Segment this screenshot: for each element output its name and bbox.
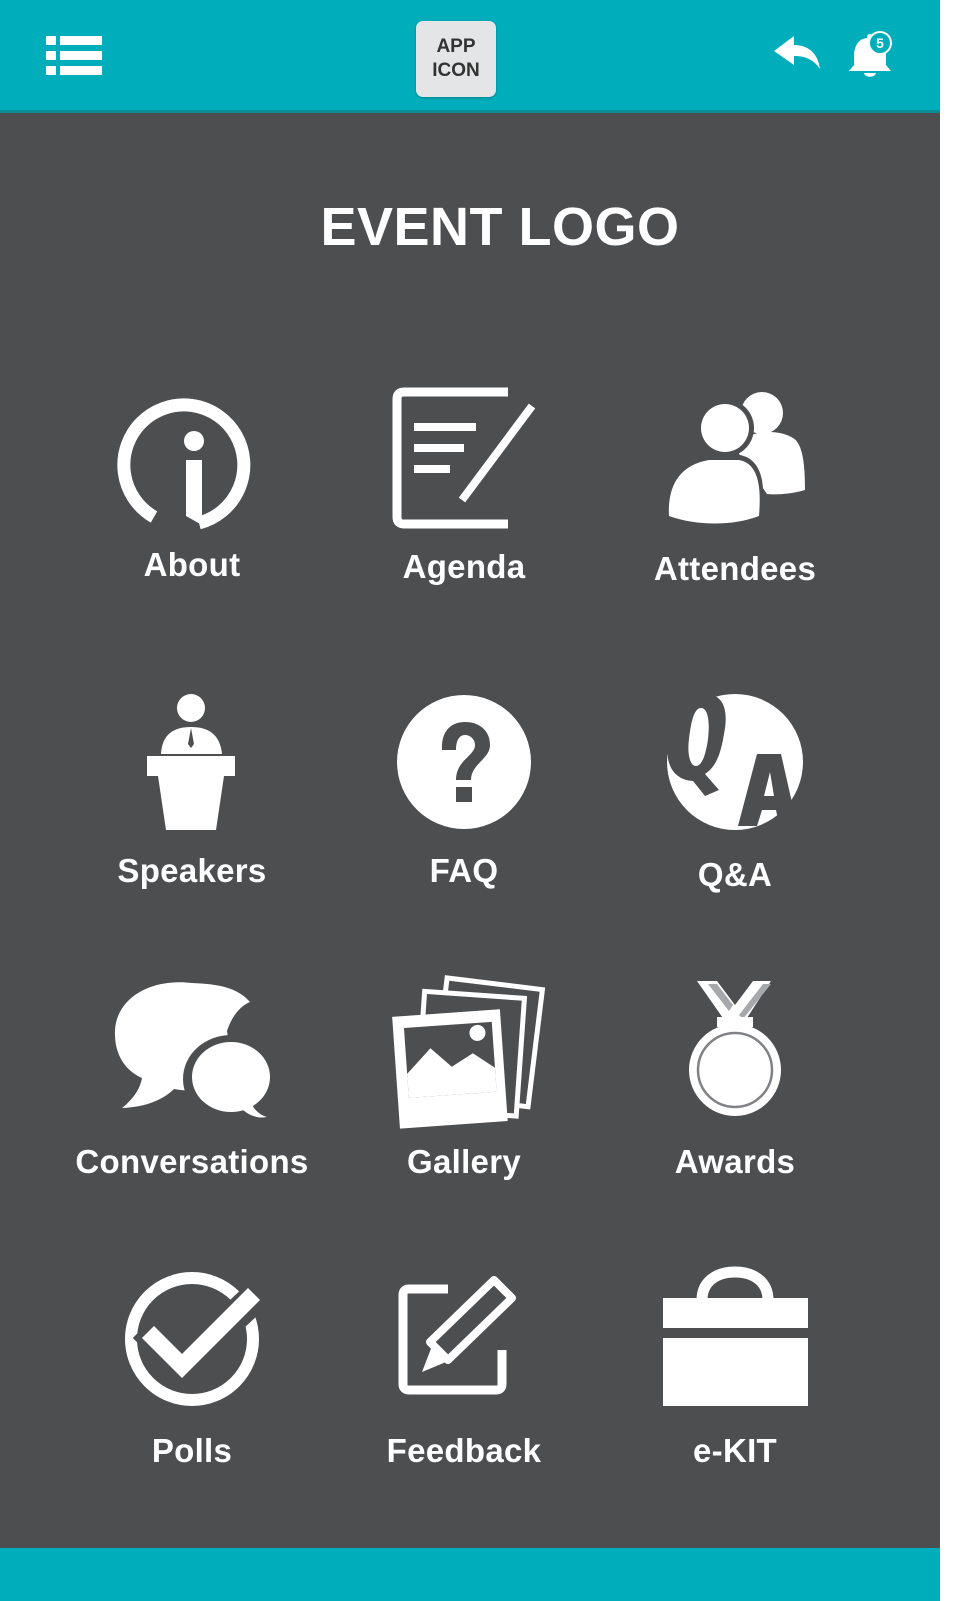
top-bar-divider	[0, 110, 940, 113]
tile-label: Q&A	[697, 856, 773, 893]
tile-qa[interactable]: Q&A	[605, 684, 865, 924]
menu-button[interactable]	[46, 36, 102, 76]
right-edge	[940, 0, 961, 1601]
tile-label: Awards	[674, 1143, 796, 1180]
people-icon	[664, 392, 805, 528]
tile-speakers[interactable]: Speakers	[62, 684, 322, 924]
tile-gallery[interactable]: Gallery	[334, 975, 594, 1215]
checkmark-circle-icon	[125, 1272, 276, 1406]
tile-feedback[interactable]: Feedback	[334, 1264, 594, 1504]
tile-label: Gallery	[406, 1143, 521, 1180]
app-icon-text: APP ICON	[432, 36, 480, 81]
event-logo: EVENT LOGO	[320, 197, 680, 257]
medal-icon	[689, 981, 781, 1116]
qa-icon	[667, 694, 803, 830]
edit-pencil-icon	[398, 1276, 516, 1395]
tile-label: Agenda	[402, 548, 526, 585]
tile-ekit[interactable]: e-KIT	[605, 1264, 865, 1504]
list-menu-icon	[46, 36, 102, 75]
tile-label: FAQ	[429, 852, 499, 889]
tile-label: Polls	[151, 1432, 233, 1469]
question-icon	[397, 695, 531, 829]
tile-polls[interactable]: Polls	[62, 1264, 322, 1504]
info-icon	[117, 398, 251, 530]
tile-label: e-KIT	[693, 1432, 777, 1469]
app-screen: APP ICON 5 EVENT LOGO About Agenda Atten…	[0, 0, 940, 1601]
notification-badge: 5	[868, 31, 892, 55]
app-icon[interactable]: APP ICON	[416, 21, 496, 97]
photo-gallery-icon	[392, 975, 546, 1129]
tile-label: About	[143, 546, 241, 583]
tile-about[interactable]: About	[62, 380, 322, 620]
notifications-button[interactable]: 5	[846, 28, 900, 80]
tile-attendees[interactable]: Attendees	[605, 380, 865, 620]
tile-label: Feedback	[386, 1432, 542, 1469]
back-button[interactable]	[772, 33, 822, 73]
tile-awards[interactable]: Awards	[605, 975, 865, 1215]
chat-bubbles-icon	[114, 982, 279, 1123]
tile-faq[interactable]: FAQ	[334, 684, 594, 924]
tile-label: Attendees	[653, 550, 817, 587]
tile-label: Speakers	[117, 852, 267, 889]
reply-arrow-icon	[774, 36, 820, 69]
bottom-bar	[0, 1548, 940, 1601]
tile-label: Conversations	[75, 1143, 309, 1180]
agenda-note-icon	[392, 387, 536, 529]
top-bar: APP ICON 5	[0, 0, 940, 113]
briefcase-icon	[663, 1266, 808, 1406]
podium-speaker-icon	[147, 694, 235, 830]
tile-agenda[interactable]: Agenda	[334, 380, 594, 620]
tile-conversations[interactable]: Conversations	[62, 975, 322, 1215]
